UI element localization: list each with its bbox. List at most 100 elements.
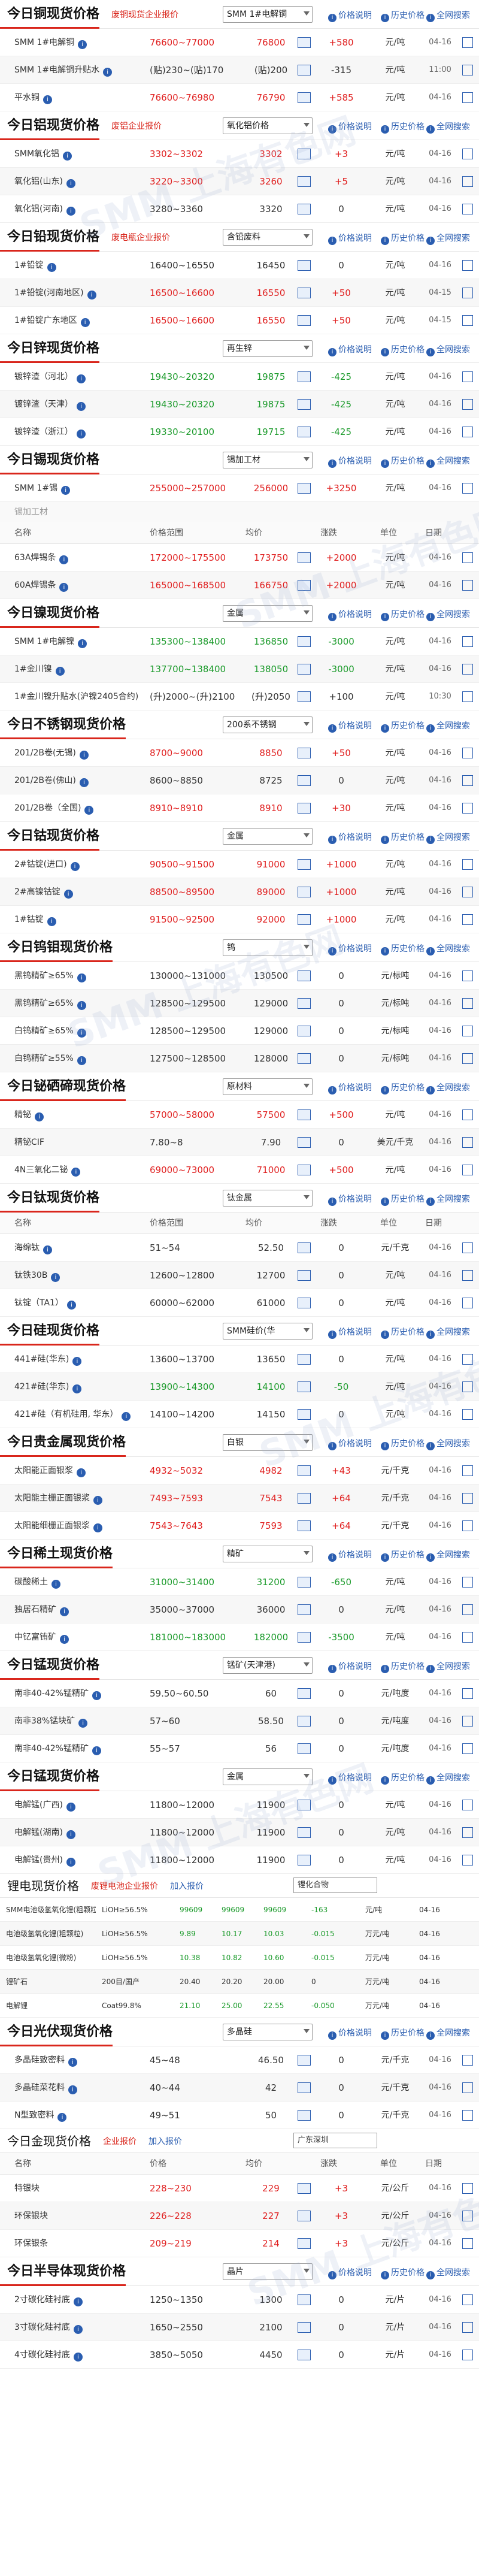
- trend-chart-icon[interactable]: [462, 775, 473, 786]
- info-icon[interactable]: i: [57, 2113, 67, 2122]
- product-name[interactable]: 多晶硅致密料 i: [14, 2046, 140, 2074]
- region-select[interactable]: 广东深圳: [293, 2133, 377, 2148]
- chart-icon[interactable]: [298, 998, 311, 1009]
- overview-link[interactable]: i 全网搜索: [426, 9, 470, 22]
- chart-icon[interactable]: [298, 1165, 311, 1175]
- chart-icon[interactable]: [298, 1053, 311, 1064]
- join-quote-link[interactable]: 加入报价: [170, 1880, 204, 1892]
- product-name[interactable]: 钛锭（TA1） i: [14, 1289, 140, 1317]
- info-icon[interactable]: i: [68, 2058, 77, 2067]
- trend-chart-icon[interactable]: [462, 1800, 473, 1810]
- product-name[interactable]: 镀锌渣（浙江） i: [14, 418, 140, 446]
- info-icon[interactable]: i: [70, 862, 80, 871]
- product-name[interactable]: 氧化铝(山东) i: [14, 168, 140, 195]
- chart-icon[interactable]: [298, 1743, 311, 1754]
- enterprise-quote-link[interactable]: 废铜现货企业报价: [111, 8, 178, 20]
- product-name[interactable]: 南非40-42%锰精矿 i: [14, 1735, 140, 1762]
- chart-icon[interactable]: [298, 427, 311, 437]
- lithium-name[interactable]: 电池级氢氧化锂(粗颗粒): [6, 1922, 96, 1946]
- chart-icon[interactable]: [298, 1298, 311, 1308]
- chart-icon[interactable]: [298, 775, 311, 786]
- lithium-name[interactable]: 电解锂: [6, 1994, 96, 2018]
- chart-icon[interactable]: [298, 859, 311, 870]
- price-note-link[interactable]: i 价格说明: [328, 1326, 372, 1339]
- history-price-link[interactable]: i 历史价格: [381, 2266, 425, 2279]
- info-icon[interactable]: i: [47, 917, 56, 926]
- chart-icon[interactable]: [298, 580, 311, 591]
- category-select[interactable]: 氧化铝价格: [223, 117, 313, 134]
- trend-chart-icon[interactable]: [462, 1298, 473, 1308]
- overview-link[interactable]: i 全网搜索: [426, 1326, 470, 1339]
- chart-icon[interactable]: [298, 2055, 311, 2066]
- product-name[interactable]: 4N三氧化二铋 i: [14, 1156, 140, 1184]
- info-icon[interactable]: i: [77, 973, 86, 982]
- price-note-link[interactable]: i 价格说明: [328, 608, 372, 621]
- info-icon[interactable]: i: [92, 1691, 101, 1700]
- history-price-link[interactable]: i 历史价格: [381, 1660, 425, 1673]
- product-name[interactable]: 3寸碳化硅衬底 i: [14, 2314, 140, 2341]
- lithium-name[interactable]: 电池级氢氧化锂(微粉): [6, 1946, 96, 1970]
- join-quote-link[interactable]: 加入报价: [148, 2135, 182, 2147]
- overview-link[interactable]: i 全网搜索: [426, 2266, 470, 2279]
- trend-chart-icon[interactable]: [462, 803, 473, 814]
- info-icon[interactable]: i: [51, 1580, 60, 1589]
- chart-icon[interactable]: [298, 552, 311, 563]
- info-icon[interactable]: i: [93, 1496, 102, 1505]
- trend-chart-icon[interactable]: [462, 1855, 473, 1866]
- trend-chart-icon[interactable]: [462, 1026, 473, 1036]
- info-icon[interactable]: i: [72, 1357, 82, 1366]
- product-name[interactable]: 太阳能主栅正面银浆 i: [14, 1484, 140, 1512]
- product-name[interactable]: 南非40-42%锰精矿 i: [14, 1680, 140, 1707]
- chart-icon[interactable]: [298, 483, 311, 494]
- chart-icon[interactable]: [298, 260, 311, 271]
- trend-chart-icon[interactable]: [462, 427, 473, 437]
- history-price-link[interactable]: i 历史价格: [381, 942, 425, 956]
- info-icon[interactable]: i: [35, 1112, 44, 1121]
- category-select[interactable]: 钨: [223, 939, 313, 956]
- chart-icon[interactable]: [298, 2110, 311, 2121]
- chart-icon[interactable]: [298, 914, 311, 925]
- info-icon[interactable]: i: [60, 1607, 69, 1616]
- price-note-link[interactable]: i 价格说明: [328, 343, 372, 356]
- chart-icon[interactable]: [298, 1632, 311, 1643]
- info-icon[interactable]: i: [78, 1719, 88, 1728]
- info-icon[interactable]: i: [77, 374, 86, 383]
- info-icon[interactable]: i: [92, 1746, 101, 1755]
- price-note-link[interactable]: i 价格说明: [328, 2266, 372, 2279]
- trend-chart-icon[interactable]: [462, 2322, 473, 2333]
- history-price-link[interactable]: i 历史价格: [381, 1193, 425, 1206]
- chart-icon[interactable]: [298, 1688, 311, 1699]
- chart-icon[interactable]: [298, 37, 311, 48]
- category-select[interactable]: 锰矿(天津港): [223, 1657, 313, 1674]
- info-icon[interactable]: i: [55, 667, 65, 676]
- chart-icon[interactable]: [298, 803, 311, 814]
- history-price-link[interactable]: i 历史价格: [381, 1081, 425, 1095]
- product-name[interactable]: SMM 1#电解镍 i: [14, 628, 140, 655]
- category-select[interactable]: SMM硅价(华: [223, 1323, 313, 1340]
- trend-chart-icon[interactable]: [462, 748, 473, 758]
- chart-icon[interactable]: [298, 2183, 311, 2194]
- product-name[interactable]: 南非38%锰块矿 i: [14, 1707, 140, 1735]
- overview-link[interactable]: i 全网搜索: [426, 1660, 470, 1673]
- enterprise-quote-link[interactable]: 企业报价: [103, 2135, 137, 2147]
- history-price-link[interactable]: i 历史价格: [381, 1549, 425, 1562]
- overview-link[interactable]: i 全网搜索: [426, 608, 470, 621]
- trend-chart-icon[interactable]: [462, 399, 473, 410]
- chart-icon[interactable]: [298, 1827, 311, 1838]
- product-name[interactable]: 黑钨精矿≥65% i: [14, 962, 140, 990]
- product-name[interactable]: 421#硅（有机硅用, 华东） i: [14, 1401, 140, 1428]
- category-select[interactable]: 锡加工材: [223, 452, 313, 468]
- chart-icon[interactable]: [298, 92, 311, 103]
- info-icon[interactable]: i: [72, 1384, 82, 1393]
- category-select[interactable]: 精矿: [223, 1546, 313, 1562]
- category-select[interactable]: 锂化合物: [293, 1877, 377, 1893]
- price-note-link[interactable]: i 价格说明: [328, 455, 372, 468]
- trend-chart-icon[interactable]: [462, 176, 473, 187]
- chart-icon[interactable]: [298, 1493, 311, 1504]
- lithium-name[interactable]: 锂矿石: [6, 1970, 96, 1994]
- history-price-link[interactable]: i 历史价格: [381, 831, 425, 844]
- chart-icon[interactable]: [298, 1577, 311, 1588]
- chart-icon[interactable]: [298, 288, 311, 298]
- info-icon[interactable]: i: [71, 1168, 81, 1177]
- info-icon[interactable]: i: [51, 1273, 60, 1282]
